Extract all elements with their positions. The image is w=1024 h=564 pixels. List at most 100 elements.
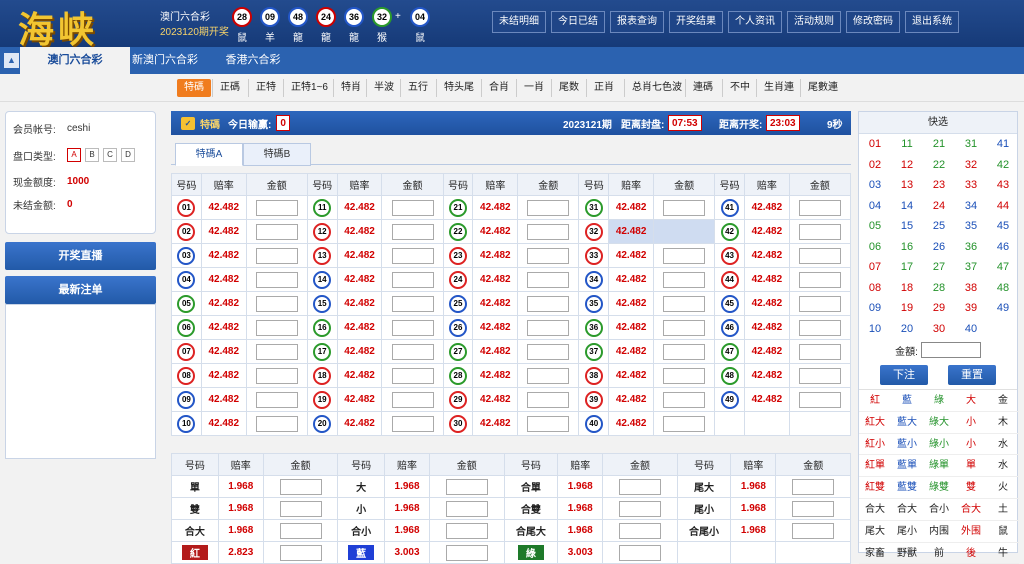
amount-input[interactable]	[663, 247, 706, 264]
quick-number[interactable]: 18	[891, 278, 923, 299]
quick-number[interactable]: 01	[859, 134, 891, 155]
quick-category[interactable]: 水	[987, 434, 1019, 456]
quick-category[interactable]: 紅大	[859, 412, 891, 434]
amount-input[interactable]	[527, 223, 570, 240]
quick-category[interactable]: 家畜	[859, 543, 891, 564]
amount-input[interactable]	[391, 223, 434, 240]
amount-input[interactable]	[255, 319, 298, 336]
quick-category[interactable]: 綠大	[923, 412, 955, 434]
amount-input[interactable]	[445, 478, 488, 495]
quick-category[interactable]: 野獸	[891, 543, 923, 564]
amount-input[interactable]	[445, 500, 488, 517]
bet-type-tab[interactable]: 不中	[722, 79, 757, 97]
bet-type-tab[interactable]: 总肖七色波	[624, 79, 689, 97]
quick-number[interactable]: 06	[859, 237, 891, 258]
pan-d-button[interactable]: D	[121, 148, 135, 162]
quick-number[interactable]: 10	[859, 319, 891, 340]
bet-type-tab[interactable]: 正肖	[586, 79, 621, 97]
quick-number[interactable]: 02	[859, 155, 891, 176]
amount-input[interactable]	[527, 247, 570, 264]
quick-category[interactable]: 合大	[891, 499, 923, 521]
amount-input[interactable]	[527, 415, 570, 432]
bet-type-tab[interactable]: 正特1~6	[283, 79, 335, 97]
reset-button[interactable]: 重置	[948, 365, 996, 385]
quick-number[interactable]: 20	[891, 319, 923, 340]
quick-category[interactable]: 合小	[923, 499, 955, 521]
amount-input[interactable]	[798, 391, 841, 408]
quick-category[interactable]: 藍單	[891, 455, 923, 478]
quick-category[interactable]: 綠雙	[923, 477, 955, 499]
quick-number[interactable]: 04	[859, 196, 891, 217]
quick-category[interactable]: 藍小	[891, 434, 923, 456]
quick-number[interactable]: 17	[891, 257, 923, 278]
amount-input[interactable]	[798, 295, 841, 312]
quick-category[interactable]: 藍雙	[891, 477, 923, 499]
quick-number[interactable]: 43	[987, 175, 1019, 196]
amount-input[interactable]	[663, 343, 706, 360]
amount-input[interactable]	[527, 199, 570, 216]
quick-number[interactable]: 45	[987, 216, 1019, 237]
bet-type-tab[interactable]: 正特	[248, 79, 283, 97]
amount-input[interactable]	[527, 319, 570, 336]
quick-number[interactable]: 07	[859, 257, 891, 278]
quick-category[interactable]: 綠	[923, 390, 955, 412]
amount-input[interactable]	[279, 522, 322, 539]
quick-number[interactable]: 44	[987, 196, 1019, 217]
top-nav-item[interactable]: 今日已结	[551, 11, 605, 33]
bet-type-tab[interactable]: 特肖	[333, 79, 368, 97]
amount-input[interactable]	[255, 271, 298, 288]
amount-input[interactable]	[798, 247, 841, 264]
quick-category[interactable]: 尾小	[891, 521, 923, 543]
quick-amount-input[interactable]	[920, 342, 981, 358]
top-nav-item[interactable]: 活动规则	[787, 11, 841, 33]
amount-input[interactable]	[279, 500, 322, 517]
quick-number[interactable]: 36	[955, 237, 987, 258]
quick-category[interactable]: 鼠	[987, 521, 1019, 543]
quick-number[interactable]: 37	[955, 257, 987, 278]
amount-input[interactable]	[391, 415, 434, 432]
bet-type-tab[interactable]: 特碼	[177, 79, 211, 97]
quick-number[interactable]: 32	[955, 155, 987, 176]
amount-input[interactable]	[255, 247, 298, 264]
amount-input[interactable]	[391, 247, 434, 264]
subtab-a[interactable]: 特碼A	[175, 143, 243, 166]
subtab-b[interactable]: 特碼B	[243, 143, 311, 166]
quick-number[interactable]: 21	[923, 134, 955, 155]
quick-category[interactable]: 大	[955, 390, 987, 412]
top-nav-item[interactable]: 开奖结果	[669, 11, 723, 33]
quick-category[interactable]: 紅	[859, 390, 891, 412]
quick-number[interactable]: 40	[955, 319, 987, 340]
quick-category[interactable]: 外围	[955, 521, 987, 543]
amount-input[interactable]	[527, 295, 570, 312]
amount-input[interactable]	[663, 367, 706, 384]
amount-input[interactable]	[527, 271, 570, 288]
quick-category[interactable]: 水	[987, 455, 1019, 478]
quick-number[interactable]: 48	[987, 278, 1019, 299]
quick-number[interactable]: 26	[923, 237, 955, 258]
quick-number[interactable]: 46	[987, 237, 1019, 258]
amount-input[interactable]	[798, 199, 841, 216]
live-draw-button[interactable]: 开奖直播	[5, 242, 156, 270]
quick-category[interactable]: 綠小	[923, 434, 955, 456]
bet-type-tab[interactable]: 合肖	[481, 79, 516, 97]
quick-number[interactable]: 22	[923, 155, 955, 176]
amount-input[interactable]	[255, 223, 298, 240]
top-nav-item[interactable]: 报表查询	[610, 11, 664, 33]
amount-input[interactable]	[391, 391, 434, 408]
amount-input[interactable]	[391, 343, 434, 360]
amount-input[interactable]	[663, 319, 706, 336]
amount-input[interactable]	[798, 343, 841, 360]
amount-input[interactable]	[792, 500, 835, 517]
quick-category[interactable]: 藍	[891, 390, 923, 412]
quick-number[interactable]: 39	[955, 298, 987, 319]
bet-type-tab[interactable]: 生肖連	[756, 79, 801, 97]
top-nav-item[interactable]: 退出系统	[905, 11, 959, 33]
quick-number[interactable]: 33	[955, 175, 987, 196]
amount-input[interactable]	[798, 271, 841, 288]
amount-input[interactable]	[798, 367, 841, 384]
quick-number[interactable]: 29	[923, 298, 955, 319]
quick-category[interactable]: 綠單	[923, 455, 955, 478]
quick-category[interactable]: 小	[955, 412, 987, 434]
amount-input[interactable]	[527, 367, 570, 384]
quick-category[interactable]: 紅單	[859, 455, 891, 478]
